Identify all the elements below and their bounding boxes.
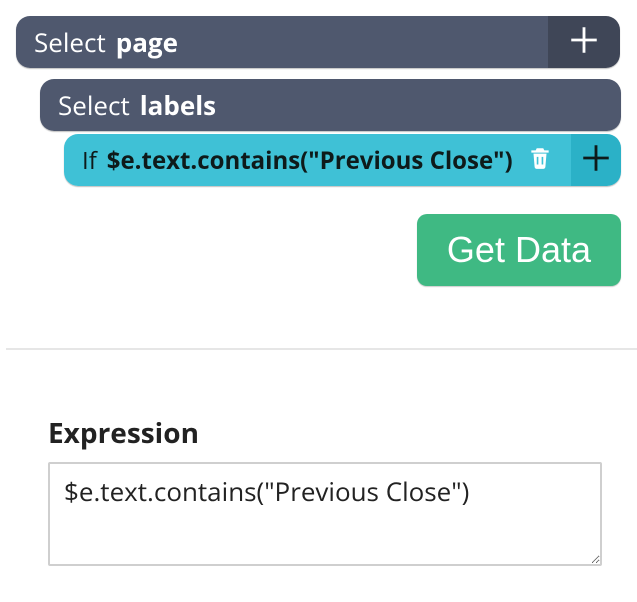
condition-if-label: If xyxy=(82,144,97,177)
add-condition-button[interactable] xyxy=(571,134,621,186)
delete-condition-button[interactable] xyxy=(527,145,553,176)
select-labels-verb: Select xyxy=(58,87,130,123)
get-data-button[interactable]: Get Data xyxy=(417,214,621,286)
section-divider xyxy=(6,348,637,350)
select-page-main[interactable]: Select page xyxy=(16,16,548,68)
plus-icon xyxy=(579,141,613,180)
plus-icon xyxy=(567,23,601,62)
add-page-button[interactable] xyxy=(548,16,620,68)
select-labels-main[interactable]: Select labels xyxy=(40,79,621,131)
condition-expression: $e.text.contains("Previous Close") xyxy=(107,144,513,177)
expression-input[interactable] xyxy=(48,462,602,566)
select-page-verb: Select xyxy=(34,24,106,60)
select-labels-row[interactable]: Select labels xyxy=(40,79,621,131)
select-labels-noun: labels xyxy=(140,87,216,123)
condition-row[interactable]: If $e.text.contains("Previous Close") xyxy=(64,134,621,186)
trash-icon xyxy=(527,145,553,176)
get-data-label: Get Data xyxy=(447,229,591,271)
select-page-row[interactable]: Select page xyxy=(16,16,620,68)
select-page-noun: page xyxy=(116,24,178,60)
expression-heading: Expression xyxy=(48,414,199,452)
condition-main[interactable]: If $e.text.contains("Previous Close") xyxy=(64,134,571,186)
